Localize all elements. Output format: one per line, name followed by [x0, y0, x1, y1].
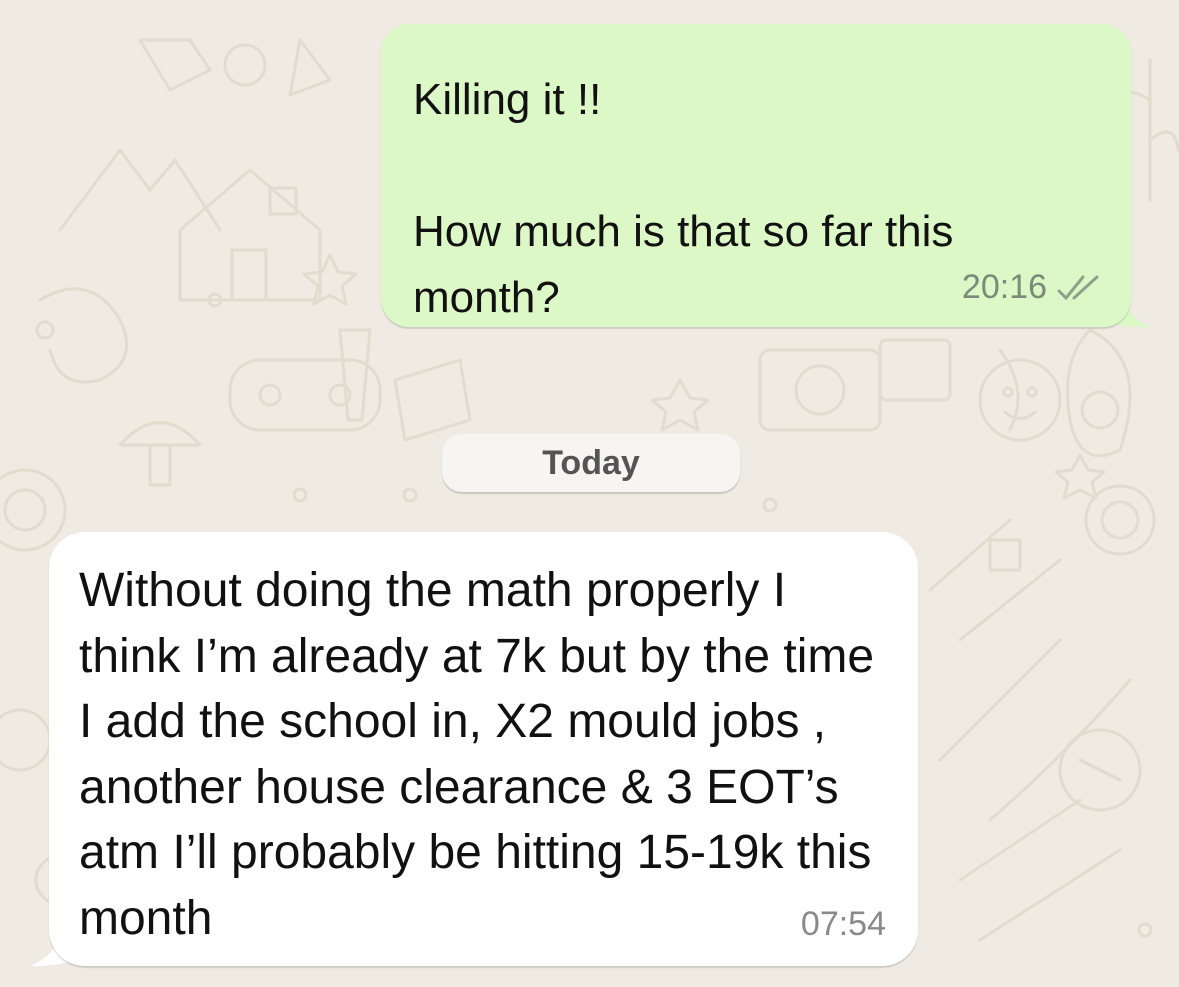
drink-doodle-icon	[338, 328, 472, 442]
date-separator-label: Today	[542, 443, 640, 482]
rocket-doodle-icon	[138, 38, 332, 97]
outgoing-message-bubble[interactable]: Killing it !! How much is that so far th…	[381, 24, 1131, 327]
incoming-message-text: Without doing the math properly I think …	[79, 564, 875, 945]
date-separator: Today	[442, 434, 740, 492]
incoming-message-time: 07:54	[800, 905, 886, 943]
pencil-doodle-icon	[958, 798, 1122, 942]
avocado-doodle-icon	[1066, 328, 1132, 458]
laptop-doodle-icon	[878, 338, 1020, 432]
mushroom-doodle-icon	[118, 421, 202, 487]
outgoing-message-time: 20:16	[961, 268, 1047, 306]
incoming-message-bubble[interactable]: Without doing the math properly I think …	[49, 532, 918, 966]
guitar-doodle-icon	[938, 638, 1142, 822]
outgoing-message-meta: 20:16	[962, 268, 1101, 307]
camera-doodle-icon	[758, 348, 882, 432]
brush-doodle-icon	[928, 518, 1062, 642]
compass-doodle-icon	[1084, 484, 1156, 556]
double-check-icon	[1057, 275, 1099, 300]
shrimp-doodle-icon	[35, 287, 129, 384]
face-doodle-icon	[978, 358, 1062, 442]
house-doodle-icon	[178, 168, 322, 302]
